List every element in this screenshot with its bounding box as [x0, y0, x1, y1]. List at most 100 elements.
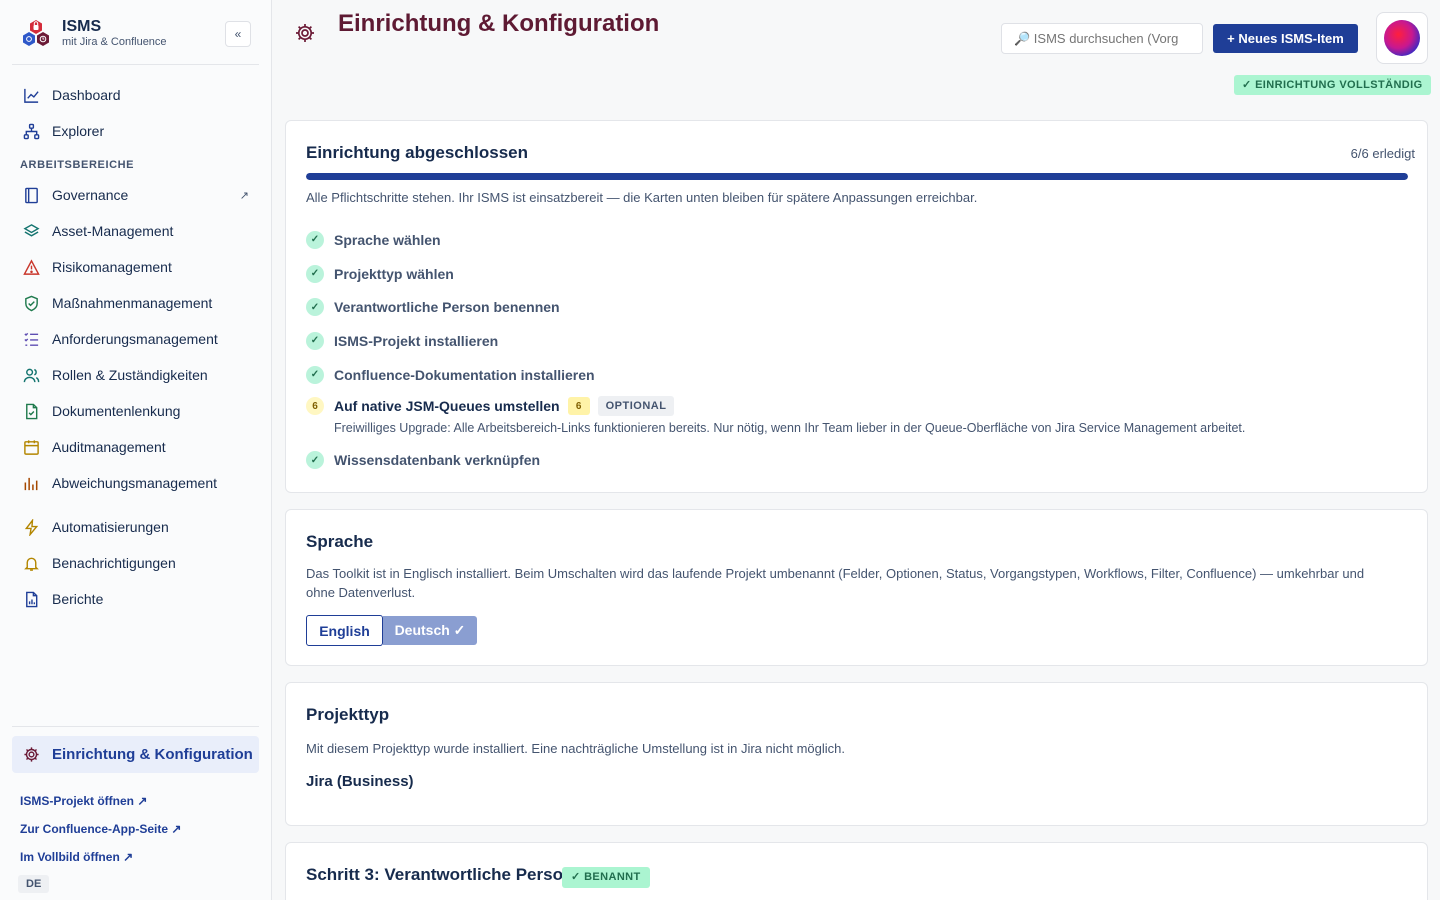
sidebar-item-label: Benachrichtigungen	[52, 555, 176, 571]
sidebar-item-roles[interactable]: Rollen & Zuständigkeiten	[12, 357, 259, 393]
brand-title: ISMS	[62, 18, 102, 35]
card-title: Projekttyp	[306, 705, 390, 724]
card-title: Schritt 3: Verantwortliche Person	[306, 865, 574, 884]
gear-icon	[296, 24, 314, 42]
lightning-icon	[22, 518, 40, 536]
setup-complete-card: Einrichtung abgeschlossen 6/6 erledigt A…	[285, 120, 1428, 493]
language-chip[interactable]: DE	[18, 875, 50, 893]
checklist-icon	[22, 330, 40, 348]
card-title: Einrichtung abgeschlossen	[306, 143, 528, 162]
shield-check-icon	[22, 294, 40, 312]
sidebar-item-explorer[interactable]: Explorer	[12, 113, 259, 149]
sidebar-item-dashboard[interactable]: Dashboard	[12, 77, 259, 113]
step-label: Auf native JSM-Queues umstellen	[334, 398, 560, 415]
bar-chart-icon	[22, 474, 40, 492]
sidebar-item-governance[interactable]: Governance ↗	[12, 177, 259, 213]
sidebar-item-measures[interactable]: Maßnahmenmanagement	[12, 285, 259, 321]
setup-step[interactable]: ✓ Wissensdatenbank verknüpfen	[306, 443, 1406, 477]
open-fullscreen-link[interactable]: Im Vollbild öffnen ↗	[12, 843, 259, 871]
card-description: Mit diesem Projekttyp wurde installiert.…	[306, 741, 845, 756]
sidebar-item-label: Einrichtung & Konfiguration	[52, 746, 253, 763]
step-number-chip: 6	[567, 397, 590, 416]
language-english-button[interactable]: English	[306, 615, 383, 646]
project-type-card: Projekttyp Mit diesem Projekttyp wurde i…	[285, 682, 1428, 826]
sidebar-item-label: Dashboard	[52, 87, 121, 103]
book-icon	[22, 186, 40, 204]
step-label: Wissensdatenbank verknüpfen	[334, 452, 541, 469]
check-icon: ✓	[306, 365, 324, 384]
check-icon: ✓	[306, 298, 324, 317]
calendar-icon	[22, 438, 40, 456]
check-icon: ✓	[306, 264, 324, 283]
layers-icon	[22, 222, 40, 240]
setup-step[interactable]: ✓ Confluence-Dokumentation installieren	[306, 358, 1406, 392]
setup-step[interactable]: ✓ Sprache wählen	[306, 223, 1406, 257]
card-title: Sprache	[306, 532, 374, 551]
avatar	[1384, 20, 1420, 56]
warning-icon	[22, 258, 40, 276]
search-input[interactable]	[1001, 23, 1203, 54]
setup-step[interactable]: ✓ ISMS-Projekt installieren	[306, 324, 1406, 358]
setup-step-optional[interactable]: 6 Auf native JSM-Queues umstellen 6 OPTI…	[306, 391, 1406, 443]
progress-count: 6/6 erledigt	[1350, 146, 1415, 161]
sidebar-item-label: Governance	[52, 187, 129, 203]
step-label: Sprache wählen	[334, 231, 441, 248]
confluence-app-page-link[interactable]: Zur Confluence-App-Seite ↗	[12, 815, 259, 843]
brand-header: ISMS mit Jira & Confluence «	[12, 0, 259, 65]
language-german-button[interactable]: Deutsch ✓	[383, 616, 477, 645]
sidebar-item-label: Auditmanagement	[52, 439, 166, 455]
page-title: Einrichtung & Konfiguration	[338, 10, 660, 37]
sidebar-item-audit[interactable]: Auditmanagement	[12, 429, 259, 465]
step-label: Projekttyp wählen	[334, 265, 454, 282]
external-link-icon: ↗	[239, 189, 249, 202]
sidebar-footer: Einrichtung & Konfiguration ISMS-Projekt…	[12, 726, 259, 893]
sidebar-item-label: Abweichungsmanagement	[52, 475, 217, 491]
sidebar-item-documents[interactable]: Dokumentenlenkung	[12, 393, 259, 429]
status-badge: ✓ BENANNT	[562, 867, 650, 888]
step-label: ISMS-Projekt installieren	[334, 332, 499, 349]
sidebar-item-label: Automatisierungen	[52, 519, 169, 535]
report-icon	[22, 590, 40, 608]
check-icon: ✓	[306, 230, 324, 249]
new-isms-item-button[interactable]: + Neues ISMS-Item	[1213, 24, 1358, 53]
sidebar-item-automations[interactable]: Automatisierungen	[12, 509, 259, 545]
sidebar-item-risk-management[interactable]: Risikomanagement	[12, 249, 259, 285]
setup-step[interactable]: ✓ Verantwortliche Person benennen	[306, 290, 1406, 324]
sidebar-item-reports[interactable]: Berichte	[12, 581, 259, 617]
user-avatar-button[interactable]	[1376, 12, 1428, 64]
collapse-sidebar-button[interactable]: «	[225, 21, 251, 47]
sidebar: ISMS mit Jira & Confluence « Dashboard E…	[0, 0, 272, 900]
isms-logo-icon	[23, 20, 49, 46]
sidebar-item-label: Dokumentenlenkung	[52, 403, 181, 419]
document-check-icon	[22, 402, 40, 420]
sidebar-item-requirements[interactable]: Anforderungsmanagement	[12, 321, 259, 357]
progress-bar-fill	[306, 173, 1408, 180]
check-icon: ✓	[306, 451, 324, 470]
sidebar-item-deviations[interactable]: Abweichungsmanagement	[12, 465, 259, 501]
step-number: 6	[306, 397, 324, 416]
sidebar-item-setup-active[interactable]: Einrichtung & Konfiguration	[12, 736, 259, 773]
check-icon: ✓	[306, 331, 324, 350]
responsible-person-card: Schritt 3: Verantwortliche Person ✓ BENA…	[285, 842, 1428, 900]
chart-line-icon	[22, 86, 40, 104]
sidebar-item-asset-management[interactable]: Asset-Management	[12, 213, 259, 249]
sidebar-item-label: Maßnahmenmanagement	[52, 295, 213, 311]
sidebar-item-label: Rollen & Zuständigkeiten	[52, 367, 208, 383]
brand-subtitle: mit Jira & Confluence	[62, 36, 167, 48]
sidebar-item-label: Asset-Management	[52, 223, 174, 239]
hierarchy-icon	[22, 122, 40, 140]
optional-badge: OPTIONAL	[597, 396, 675, 417]
open-isms-project-link[interactable]: ISMS-Projekt öffnen ↗	[12, 787, 259, 815]
nav-section-heading: ARBEITSBEREICHE	[20, 159, 135, 171]
setup-step-list: ✓ Sprache wählen ✓ Projekttyp wählen ✓ V…	[306, 223, 1406, 477]
sidebar-item-notifications[interactable]: Benachrichtigungen	[12, 545, 259, 581]
progress-bar	[306, 173, 1408, 180]
sidebar-item-label: Explorer	[52, 123, 105, 139]
bell-icon	[22, 554, 40, 572]
language-card: Sprache Das Toolkit ist in Englisch inst…	[285, 509, 1428, 666]
project-type-value: Jira (Business)	[306, 773, 414, 790]
card-description: Das Toolkit ist in Englisch installiert.…	[306, 566, 1365, 600]
sidebar-item-label: Anforderungsmanagement	[52, 331, 218, 347]
setup-step[interactable]: ✓ Projekttyp wählen	[306, 257, 1406, 291]
sidebar-item-label: Berichte	[52, 591, 104, 607]
